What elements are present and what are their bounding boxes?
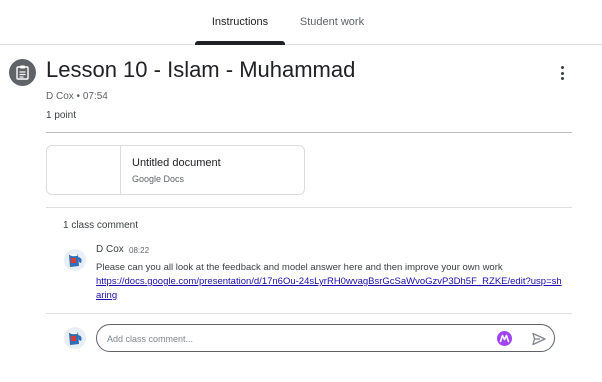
- comment-compose[interactable]: [96, 324, 555, 352]
- avatar: [64, 249, 86, 271]
- comment-time: 08:22: [129, 246, 150, 255]
- extension-icon[interactable]: [497, 331, 512, 346]
- avatar: [64, 327, 86, 349]
- attachment-type: Google Docs: [132, 174, 185, 184]
- active-tab-indicator: [195, 41, 285, 45]
- assignment-meta: D Cox • 07:54: [46, 91, 108, 102]
- tab-instructions[interactable]: Instructions: [195, 0, 285, 45]
- assignment-icon: [9, 59, 36, 86]
- attachment-thumbnail[interactable]: [47, 146, 121, 194]
- assignment-points: 1 point: [46, 110, 77, 121]
- comment-input[interactable]: [107, 332, 477, 346]
- header-divider: [46, 132, 572, 133]
- tab-student-work[interactable]: Student work: [290, 0, 374, 45]
- attachment-card[interactable]: Untitled document Google Docs: [46, 145, 305, 195]
- page-title: Lesson 10 - Islam - Muhammad: [46, 57, 356, 82]
- comment-count[interactable]: 1 class comment: [63, 220, 138, 231]
- comment-text: Please can you all look at the feedback …: [96, 262, 503, 273]
- comment-author: D Cox: [96, 244, 124, 255]
- top-tabs: Instructions Student work: [0, 0, 602, 45]
- comment-link[interactable]: https://docs.google.com/presentation/d/1…: [96, 275, 566, 303]
- send-icon[interactable]: [531, 331, 547, 347]
- comments-divider: [46, 207, 572, 208]
- compose-divider: [46, 313, 572, 314]
- attachment-title[interactable]: Untitled document: [132, 157, 221, 169]
- more-vert-icon[interactable]: [554, 63, 572, 83]
